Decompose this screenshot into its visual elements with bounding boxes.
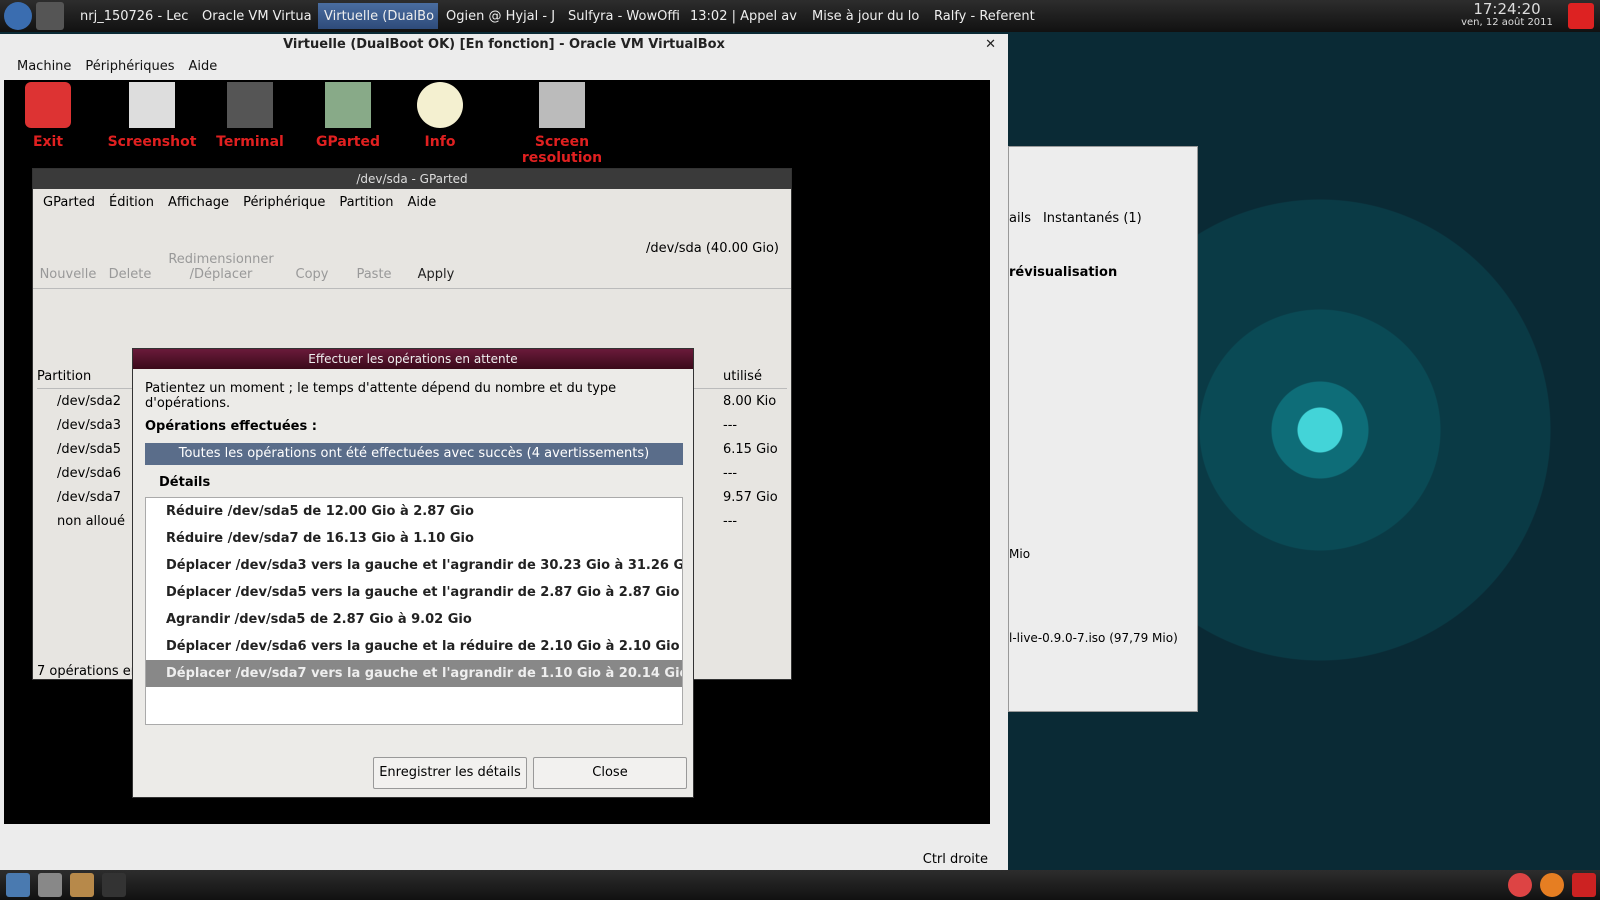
label: Screen resolution (521, 134, 603, 166)
label: Screenshot (107, 134, 197, 150)
vbox-titlebar: Virtuelle (DualBoot OK) [En fonction] - … (0, 34, 1008, 56)
vbox-statusbar: Ctrl droite (0, 848, 1008, 870)
workspace-icon[interactable] (36, 2, 64, 30)
preview-title: révisualisation (1009, 265, 1118, 280)
task-button[interactable]: 13:02 | Appel av (684, 3, 804, 29)
label: GParted (316, 134, 380, 150)
chrome-icon[interactable] (1508, 873, 1532, 897)
show-desktop-icon[interactable] (6, 873, 30, 897)
task-button[interactable]: Oracle VM Virtua (196, 3, 316, 29)
virtualbox-manager-window: ails Instantanés (1) révisualisation Mio… (1008, 146, 1198, 712)
menu-aide[interactable]: Aide (188, 59, 217, 74)
menu-peripherique[interactable]: Périphérique (243, 195, 325, 210)
operation-item[interactable]: Déplacer /dev/sda5 vers la gauche et l'a… (146, 579, 682, 606)
operation-item[interactable]: Réduire /dev/sda7 de 16.13 Gio à 1.10 Gi… (146, 525, 682, 552)
task-button[interactable]: Ralfy - Referent (928, 3, 1048, 29)
column-used[interactable]: utilisé (723, 369, 787, 384)
label: Terminal (216, 134, 284, 150)
host-key-label: Ctrl droite (922, 851, 988, 867)
gparted-desktop-icon[interactable]: GParted (310, 82, 386, 150)
task-button[interactable]: Sulfyra - WowOffi (562, 3, 682, 29)
task-button[interactable]: nrj_150726 - Lec (74, 3, 194, 29)
copy-button[interactable]: Copy (281, 267, 343, 282)
partition-used: 9.57 Gio (723, 489, 778, 505)
power-icon[interactable] (1568, 3, 1594, 29)
menu-aide[interactable]: Aide (408, 195, 437, 210)
status-label: 7 opérations en (37, 664, 139, 679)
menu-partition[interactable]: Partition (339, 195, 393, 210)
menu-peripheriques[interactable]: Périphériques (85, 59, 174, 74)
task-button[interactable]: Virtuelle (DualBo (318, 3, 438, 29)
top-panel: nrj_150726 - Lec Oracle VM Virtua Virtuell… (0, 0, 1600, 32)
partition-used: 8.00 Kio (723, 393, 777, 409)
operation-item[interactable]: Agrandir /dev/sda5 de 2.87 Gio à 9.02 Gi… (146, 606, 682, 633)
package-icon[interactable] (70, 873, 94, 897)
device-selector[interactable]: /dev/sda (40.00 Gio) (646, 241, 787, 256)
firefox-icon[interactable] (1540, 873, 1564, 897)
clock[interactable]: 17:24:20 ven, 12 août 2011 (1452, 2, 1562, 30)
terminal-icon[interactable] (102, 873, 126, 897)
storage-size: Mio (1009, 547, 1031, 561)
task-label: Mise à jour du lo (812, 8, 920, 24)
settings-icon[interactable] (38, 873, 62, 897)
bottom-panel (0, 870, 1600, 900)
operation-item[interactable]: Déplacer /dev/sda3 vers la gauche et l'a… (146, 552, 682, 579)
progress-bar: Toutes les opérations ont été effectuées… (145, 443, 683, 465)
task-label: Oracle VM Virtua (202, 8, 312, 24)
tab-snapshots[interactable]: Instantanés (1) (1043, 211, 1142, 226)
new-button[interactable]: Nouvelle (37, 267, 99, 282)
terminal-desktop-icon[interactable]: Terminal (210, 82, 290, 150)
partition-used: --- (723, 417, 738, 433)
partition-used: 6.15 Gio (723, 441, 778, 457)
operations-list[interactable]: Réduire /dev/sda5 de 12.00 Gio à 2.87 Gi… (145, 497, 683, 725)
paste-button[interactable]: Paste (343, 267, 405, 282)
gparted-menubar: GParted Édition Affichage Périphérique P… (33, 189, 791, 215)
section-label: Opérations effectuées : (145, 419, 317, 434)
task-label: nrj_150726 - Lec (80, 8, 189, 24)
menu-machine[interactable]: Machine (17, 59, 71, 74)
task-label: Virtuelle (DualBo (324, 8, 435, 24)
operation-item[interactable]: Déplacer /dev/sda7 vers la gauche et l'a… (146, 660, 682, 687)
task-button[interactable]: Mise à jour du lo (806, 3, 926, 29)
info-desktop-icon[interactable]: Info (416, 82, 464, 150)
menu-gparted[interactable]: GParted (43, 195, 95, 210)
partition-used: --- (723, 465, 738, 481)
gparted-toolbar: Nouvelle Delete Redimensionner /Déplacer… (33, 215, 791, 289)
dialog-title: Effectuer les opérations en attente (133, 349, 693, 369)
menu-affichage[interactable]: Affichage (168, 195, 229, 210)
close-button[interactable]: Close (533, 757, 687, 789)
tab-details[interactable]: ails (1009, 211, 1031, 226)
label: Info (424, 134, 456, 150)
window-title: Virtuelle (DualBoot OK) [En fonction] - … (283, 37, 725, 52)
label: Exit (32, 134, 64, 150)
menu-edition[interactable]: Édition (109, 195, 154, 210)
resize-move-button[interactable]: Redimensionner /Déplacer (161, 252, 281, 282)
clock-date: ven, 12 août 2011 (1461, 17, 1553, 28)
details-expander[interactable]: Détails (159, 475, 210, 490)
task-label: 13:02 | Appel av (690, 8, 797, 24)
task-list: nrj_150726 - Lec Oracle VM Virtua Virtuell… (74, 3, 1452, 29)
task-label: Sulfyra - WowOffi (568, 8, 680, 24)
task-label: Ralfy - Referent (934, 8, 1035, 24)
task-label: Ogien @ Hyjal - J (446, 8, 556, 24)
vbox-menubar: Machine Périphériques Aide (0, 56, 1008, 76)
iso-file: l-live-0.9.0-7.iso (97,79 Mio) (1009, 631, 1178, 645)
pending-operations-dialog: Effectuer les opérations en attente Pati… (132, 348, 694, 798)
wait-message: Patientez un moment ; le temps d'attente… (145, 381, 617, 411)
operation-item[interactable]: Réduire /dev/sda5 de 12.00 Gio à 2.87 Gi… (146, 498, 682, 525)
clock-time: 17:24:20 (1473, 0, 1541, 18)
operation-item[interactable]: Déplacer /dev/sda6 vers la gauche et la … (146, 633, 682, 660)
screen-resolution-desktop-icon[interactable]: Screen resolution (494, 82, 630, 166)
power-icon[interactable] (1572, 873, 1596, 897)
task-button[interactable]: Ogien @ Hyjal - J (440, 3, 560, 29)
delete-button[interactable]: Delete (99, 267, 161, 282)
save-details-button[interactable]: Enregistrer les détails (373, 757, 527, 789)
app-menu-icon[interactable] (4, 2, 32, 30)
exit-desktop-icon[interactable]: Exit (20, 82, 76, 150)
close-icon[interactable]: ✕ (985, 34, 996, 56)
partition-used: --- (723, 513, 738, 529)
screenshot-desktop-icon[interactable]: Screenshot (104, 82, 200, 150)
apply-button[interactable]: Apply (405, 267, 467, 282)
gparted-title: /dev/sda - GParted (33, 169, 791, 189)
